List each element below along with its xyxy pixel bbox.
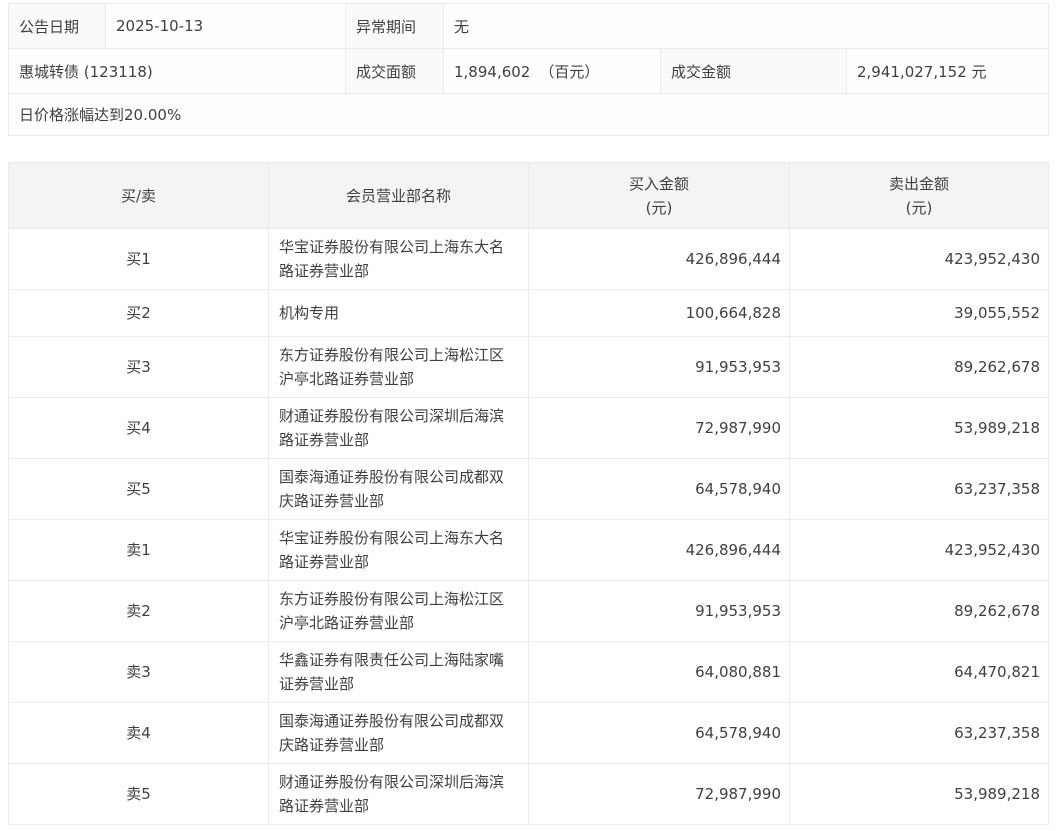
- cell-broker-name: 财通证券股份有限公司深圳后海滨路证券营业部: [269, 398, 529, 459]
- security-name: 惠城转债 (123118): [9, 49, 346, 94]
- bond-abnormal-trading-page: 公告日期 2025-10-13 异常期间 无 惠城转债 (123118) 成交面…: [0, 0, 1056, 825]
- summary-table: 公告日期 2025-10-13 异常期间 无 惠城转债 (123118) 成交面…: [8, 3, 1049, 136]
- col-header-broker-name-title: 会员营业部名称: [269, 184, 528, 208]
- amount-value: 2,941,027,152 元: [847, 49, 1049, 94]
- cell-buy-amount: 72,987,990: [529, 398, 790, 459]
- cell-broker-name: 东方证券股份有限公司上海松江区沪亭北路证券营业部: [269, 337, 529, 398]
- cell-sell-amount: 64,470,821: [790, 642, 1049, 703]
- col-header-side-title: 买/卖: [9, 184, 268, 208]
- broker-row: 卖4国泰海通证券股份有限公司成都双庆路证券营业部64,578,94063,237…: [9, 703, 1049, 764]
- broker-row: 卖3华鑫证券有限责任公司上海陆家嘴证券营业部64,080,88164,470,8…: [9, 642, 1049, 703]
- cell-buy-amount: 64,080,881: [529, 642, 790, 703]
- face-value-cell: 1,894,602 （百元）: [444, 49, 661, 94]
- broker-row: 卖1华宝证券股份有限公司上海东大名路证券营业部426,896,444423,95…: [9, 520, 1049, 581]
- cell-sell-amount: 63,237,358: [790, 459, 1049, 520]
- abnormal-period-label: 异常期间: [346, 4, 444, 49]
- abnormal-reason-text: 日价格涨幅达到20.00%: [9, 94, 1049, 136]
- cell-sell-amount: 89,262,678: [790, 337, 1049, 398]
- cell-buy-sell-rank: 卖2: [9, 581, 269, 642]
- broker-row: 卖2东方证券股份有限公司上海松江区沪亭北路证券营业部91,953,95389,2…: [9, 581, 1049, 642]
- summary-row-date: 公告日期 2025-10-13 异常期间 无: [9, 4, 1049, 49]
- col-header-sell-amount-unit: (元): [790, 196, 1048, 220]
- col-header-side: 买/卖: [9, 163, 269, 229]
- col-header-buy-amount-title: 买入金额: [529, 172, 789, 196]
- abnormal-period-value: 无: [444, 4, 1049, 49]
- cell-sell-amount: 53,989,218: [790, 764, 1049, 825]
- cell-sell-amount: 63,237,358: [790, 703, 1049, 764]
- cell-broker-name: 国泰海通证券股份有限公司成都双庆路证券营业部: [269, 703, 529, 764]
- cell-broker-name: 华宝证券股份有限公司上海东大名路证券营业部: [269, 520, 529, 581]
- cell-buy-sell-rank: 卖4: [9, 703, 269, 764]
- cell-broker-name: 机构专用: [269, 290, 529, 337]
- cell-buy-sell-rank: 买5: [9, 459, 269, 520]
- cell-sell-amount: 423,952,430: [790, 520, 1049, 581]
- amount-label: 成交金额: [661, 49, 847, 94]
- broker-row: 买1华宝证券股份有限公司上海东大名路证券营业部426,896,444423,95…: [9, 229, 1049, 290]
- broker-row: 买4财通证券股份有限公司深圳后海滨路证券营业部72,987,99053,989,…: [9, 398, 1049, 459]
- broker-row: 买3东方证券股份有限公司上海松江区沪亭北路证券营业部91,953,95389,2…: [9, 337, 1049, 398]
- cell-buy-sell-rank: 卖3: [9, 642, 269, 703]
- face-value-unit: （百元）: [539, 63, 599, 81]
- cell-buy-amount: 426,896,444: [529, 229, 790, 290]
- cell-buy-sell-rank: 买4: [9, 398, 269, 459]
- col-header-sell-amount: 卖出金额 (元): [790, 163, 1049, 229]
- cell-broker-name: 东方证券股份有限公司上海松江区沪亭北路证券营业部: [269, 581, 529, 642]
- col-header-broker-name: 会员营业部名称: [269, 163, 529, 229]
- cell-buy-amount: 100,664,828: [529, 290, 790, 337]
- col-header-buy-amount-unit: (元): [529, 196, 789, 220]
- broker-row: 买2机构专用100,664,82839,055,552: [9, 290, 1049, 337]
- cell-buy-sell-rank: 买2: [9, 290, 269, 337]
- cell-sell-amount: 423,952,430: [790, 229, 1049, 290]
- cell-sell-amount: 89,262,678: [790, 581, 1049, 642]
- cell-buy-sell-rank: 买1: [9, 229, 269, 290]
- cell-buy-sell-rank: 卖1: [9, 520, 269, 581]
- face-value-label: 成交面额: [346, 49, 444, 94]
- face-value: 1,894,602: [454, 63, 530, 81]
- col-header-sell-amount-title: 卖出金额: [790, 172, 1048, 196]
- cell-buy-amount: 72,987,990: [529, 764, 790, 825]
- summary-row-reason: 日价格涨幅达到20.00%: [9, 94, 1049, 136]
- cell-sell-amount: 39,055,552: [790, 290, 1049, 337]
- announce-date-label: 公告日期: [9, 4, 106, 49]
- cell-buy-sell-rank: 卖5: [9, 764, 269, 825]
- cell-buy-amount: 426,896,444: [529, 520, 790, 581]
- cell-buy-amount: 91,953,953: [529, 337, 790, 398]
- broker-row: 买5国泰海通证券股份有限公司成都双庆路证券营业部64,578,94063,237…: [9, 459, 1049, 520]
- rank-header-row: 买/卖 会员营业部名称 买入金额 (元) 卖出金额 (元): [9, 163, 1049, 229]
- broker-row: 卖5财通证券股份有限公司深圳后海滨路证券营业部72,987,99053,989,…: [9, 764, 1049, 825]
- col-header-buy-amount: 买入金额 (元): [529, 163, 790, 229]
- cell-broker-name: 华宝证券股份有限公司上海东大名路证券营业部: [269, 229, 529, 290]
- cell-buy-sell-rank: 买3: [9, 337, 269, 398]
- cell-broker-name: 华鑫证券有限责任公司上海陆家嘴证券营业部: [269, 642, 529, 703]
- cell-buy-amount: 64,578,940: [529, 459, 790, 520]
- cell-sell-amount: 53,989,218: [790, 398, 1049, 459]
- cell-buy-amount: 91,953,953: [529, 581, 790, 642]
- cell-buy-amount: 64,578,940: [529, 703, 790, 764]
- summary-row-security: 惠城转债 (123118) 成交面额 1,894,602 （百元） 成交金额 2,…: [9, 49, 1049, 94]
- announce-date-value: 2025-10-13: [106, 4, 346, 49]
- broker-rank-table: 买/卖 会员营业部名称 买入金额 (元) 卖出金额 (元) 买1华宝证券股份有限…: [8, 162, 1049, 825]
- cell-broker-name: 国泰海通证券股份有限公司成都双庆路证券营业部: [269, 459, 529, 520]
- cell-broker-name: 财通证券股份有限公司深圳后海滨路证券营业部: [269, 764, 529, 825]
